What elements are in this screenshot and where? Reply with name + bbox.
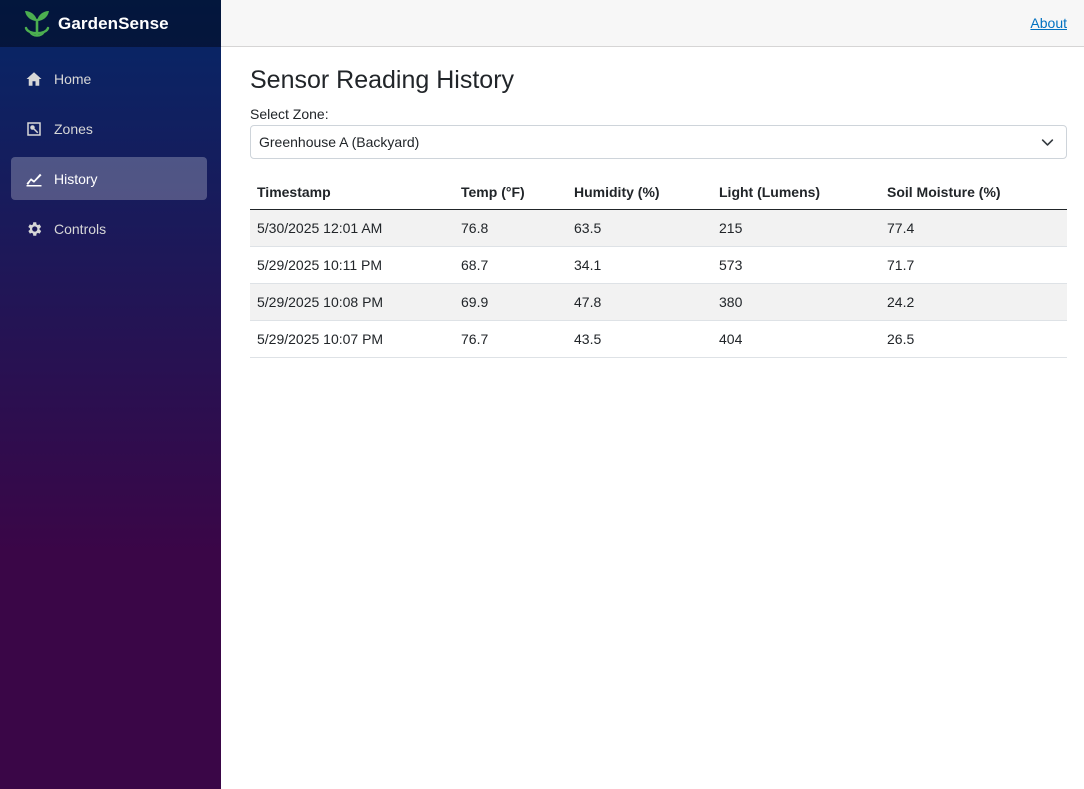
cell-timestamp: 5/29/2025 10:11 PM xyxy=(250,246,454,284)
cell-light: 404 xyxy=(712,320,880,358)
gear-icon xyxy=(25,220,43,238)
brand[interactable]: GardenSense xyxy=(0,0,221,47)
sidebar-item-zones[interactable]: Zones xyxy=(11,107,207,150)
about-link[interactable]: About xyxy=(1030,15,1067,31)
sprout-icon xyxy=(24,10,50,37)
column-header-soil-moisture: Soil Moisture (%) xyxy=(880,175,1067,210)
app-root: GardenSense Home Zones History Controls … xyxy=(0,0,1084,789)
cell-timestamp: 5/29/2025 10:08 PM xyxy=(250,283,454,321)
cell-light: 215 xyxy=(712,209,880,247)
cell-soil-moisture: 26.5 xyxy=(880,320,1067,358)
sidebar-item-home[interactable]: Home xyxy=(11,57,207,100)
cell-humidity: 34.1 xyxy=(567,246,712,284)
table-header-row: Timestamp Temp (°F) Humidity (%) Light (… xyxy=(250,175,1067,210)
cell-temp: 69.9 xyxy=(454,283,567,321)
page-title: Sensor Reading History xyxy=(250,66,515,94)
cell-temp: 76.7 xyxy=(454,320,567,358)
sidebar-item-label: Home xyxy=(54,70,92,87)
home-icon xyxy=(25,70,43,88)
zone-select[interactable]: Greenhouse A (Backyard) xyxy=(250,125,1067,159)
main-area: About Sensor Reading History Select Zone… xyxy=(221,0,1084,789)
zones-icon xyxy=(25,120,43,138)
column-header-humidity: Humidity (%) xyxy=(567,175,712,210)
cell-humidity: 43.5 xyxy=(567,320,712,358)
table-row: 5/29/2025 10:07 PM 76.7 43.5 404 26.5 xyxy=(250,320,1067,358)
zone-select-label: Select Zone: xyxy=(250,106,329,122)
table-row: 5/29/2025 10:08 PM 69.9 47.8 380 24.2 xyxy=(250,283,1067,321)
cell-timestamp: 5/29/2025 10:07 PM xyxy=(250,320,454,358)
cell-soil-moisture: 24.2 xyxy=(880,283,1067,321)
column-header-temp: Temp (°F) xyxy=(454,175,567,210)
cell-soil-moisture: 71.7 xyxy=(880,246,1067,284)
cell-timestamp: 5/30/2025 12:01 AM xyxy=(250,209,454,247)
cell-light: 573 xyxy=(712,246,880,284)
sidebar-item-controls[interactable]: Controls xyxy=(11,207,207,250)
sidebar-item-label: History xyxy=(54,170,98,187)
history-table: Timestamp Temp (°F) Humidity (%) Light (… xyxy=(250,175,1067,358)
table-row: 5/29/2025 10:11 PM 68.7 34.1 573 71.7 xyxy=(250,246,1067,284)
top-bar: About xyxy=(221,0,1084,47)
cell-temp: 76.8 xyxy=(454,209,567,247)
cell-humidity: 47.8 xyxy=(567,283,712,321)
chart-line-icon xyxy=(25,170,43,188)
cell-soil-moisture: 77.4 xyxy=(880,209,1067,247)
zone-select-value: Greenhouse A (Backyard) xyxy=(259,134,420,150)
cell-light: 380 xyxy=(712,283,880,321)
sidebar-item-history[interactable]: History xyxy=(11,157,207,200)
column-header-timestamp: Timestamp xyxy=(250,175,454,210)
cell-humidity: 63.5 xyxy=(567,209,712,247)
table-row: 5/30/2025 12:01 AM 76.8 63.5 215 77.4 xyxy=(250,209,1067,247)
page-content: Sensor Reading History Select Zone: Gree… xyxy=(221,47,1084,358)
sidebar-item-label: Controls xyxy=(54,220,107,237)
sidebar-nav: Home Zones History Controls xyxy=(0,47,221,250)
chevron-down-icon xyxy=(1041,139,1054,146)
cell-temp: 68.7 xyxy=(454,246,567,284)
brand-name: GardenSense xyxy=(58,13,169,33)
sidebar-item-label: Zones xyxy=(54,120,93,137)
sidebar: GardenSense Home Zones History Controls xyxy=(0,0,221,789)
column-header-light: Light (Lumens) xyxy=(712,175,880,210)
